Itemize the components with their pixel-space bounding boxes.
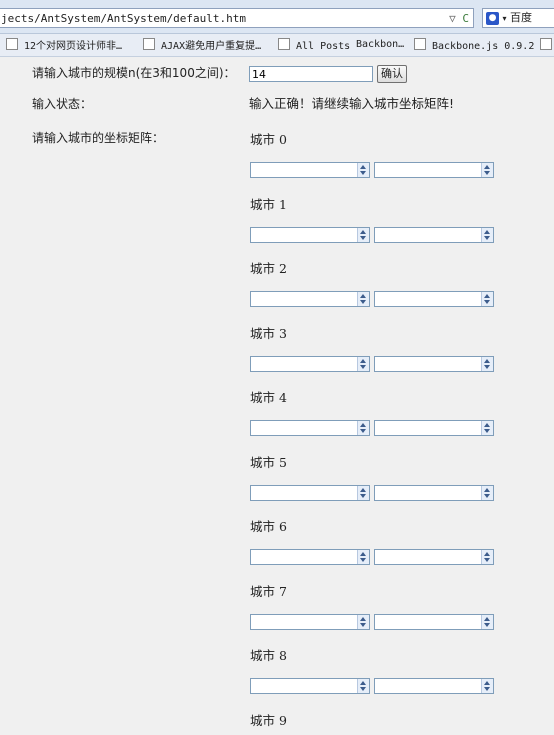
city-y-input[interactable]	[374, 356, 494, 372]
spinner-arrows-icon[interactable]	[481, 486, 493, 500]
bookmark-label: Backbone.js 0.9.2 …	[432, 41, 547, 52]
city-x-input[interactable]	[250, 549, 370, 565]
spinner-arrows-icon[interactable]	[357, 292, 369, 306]
spinner-arrows-icon[interactable]	[481, 163, 493, 177]
address-bar-url: jects/AntSystem/AntSystem/default.htm	[1, 12, 247, 25]
spinner-arrows-icon[interactable]	[357, 615, 369, 629]
city-label: 城市 4	[250, 390, 287, 405]
spinner-arrows-icon[interactable]	[481, 228, 493, 242]
city-y-input[interactable]	[374, 291, 494, 307]
matrix-label: 请输入城市的坐标矩阵：	[32, 131, 165, 145]
baidu-paw-icon: ●	[486, 11, 499, 25]
spinner-arrows-icon[interactable]	[357, 228, 369, 242]
browser-toolbar: jects/AntSystem/AntSystem/default.htm ▽ …	[0, 0, 554, 34]
bookmark-item[interactable]: Backbone.js 0.9.2 …	[414, 38, 546, 52]
search-engine-name: 百度	[510, 11, 533, 24]
bookmark-label: Backbon…	[356, 39, 405, 50]
bookmark-item[interactable]: Backbon…	[356, 38, 404, 52]
status-text: 输入正确！请继续输入城市坐标矩阵!	[249, 96, 455, 111]
city-x-input[interactable]	[250, 678, 370, 694]
spinner-arrows-icon[interactable]	[481, 679, 493, 693]
city-x-input[interactable]	[250, 420, 370, 436]
city-x-input[interactable]	[250, 356, 370, 372]
city-y-input[interactable]	[374, 549, 494, 565]
city-label: 城市 3	[250, 326, 287, 341]
page-icon	[6, 38, 18, 50]
spinner-arrows-icon[interactable]	[357, 163, 369, 177]
bookmark-label: AJAX避免用户重复提…	[161, 41, 262, 52]
city-label: 城市 6	[250, 519, 287, 534]
city-label: 城市 8	[250, 648, 287, 663]
spinner-arrows-icon[interactable]	[357, 486, 369, 500]
bookmark-label: 12个对网页设计师非…	[24, 41, 123, 52]
search-box[interactable]: ● ▾ 百度	[482, 8, 554, 28]
city-y-input[interactable]	[374, 420, 494, 436]
city-label: 城市 9	[250, 713, 287, 728]
dropdown-icon[interactable]: ▽	[449, 12, 456, 25]
bookmark-item[interactable]: All Posts	[278, 38, 350, 52]
search-dropdown-icon[interactable]: ▾	[503, 14, 507, 23]
city-y-input[interactable]	[374, 678, 494, 694]
address-bar-icons: ▽ C	[449, 9, 469, 27]
page-icon	[278, 38, 290, 50]
spinner-arrows-icon[interactable]	[357, 679, 369, 693]
spinner-arrows-icon[interactable]	[357, 421, 369, 435]
city-x-input[interactable]	[250, 485, 370, 501]
spinner-arrows-icon[interactable]	[357, 357, 369, 371]
city-y-input[interactable]	[374, 227, 494, 243]
city-y-input[interactable]	[374, 614, 494, 630]
bookmark-item[interactable]: 12个对网页设计师非…	[6, 38, 122, 52]
status-label: 输入状态：	[32, 97, 93, 111]
page-icon	[540, 38, 552, 50]
spinner-arrows-icon[interactable]	[481, 550, 493, 564]
city-label: 城市 7	[250, 584, 287, 599]
city-x-input[interactable]	[250, 291, 370, 307]
spinner-arrows-icon[interactable]	[481, 421, 493, 435]
page-icon	[414, 38, 426, 50]
city-x-input[interactable]	[250, 162, 370, 178]
city-label: 城市 0	[250, 132, 287, 147]
spinner-arrows-icon[interactable]	[481, 615, 493, 629]
bookmark-overflow[interactable]	[540, 38, 554, 52]
bookmark-item[interactable]: AJAX避免用户重复提…	[143, 38, 261, 52]
page-icon	[143, 38, 155, 50]
bookmarks-toolbar: 12个对网页设计师非… AJAX避免用户重复提… All Posts Backb…	[0, 34, 554, 57]
bookmark-label: All Posts	[296, 41, 351, 52]
city-y-input[interactable]	[374, 162, 494, 178]
address-bar[interactable]: jects/AntSystem/AntSystem/default.htm ▽ …	[0, 8, 474, 28]
city-label: 城市 1	[250, 197, 287, 212]
city-size-input[interactable]	[249, 66, 373, 82]
city-label: 城市 2	[250, 261, 287, 276]
city-y-input[interactable]	[374, 485, 494, 501]
city-size-label: 请输入城市的规模n(在3和100之间)：	[32, 66, 236, 80]
city-x-input[interactable]	[250, 614, 370, 630]
city-label: 城市 5	[250, 455, 287, 470]
confirm-button[interactable]: 确认	[377, 65, 407, 83]
city-x-input[interactable]	[250, 227, 370, 243]
spinner-arrows-icon[interactable]	[481, 292, 493, 306]
spinner-arrows-icon[interactable]	[357, 550, 369, 564]
reload-icon[interactable]: C	[462, 12, 469, 25]
spinner-arrows-icon[interactable]	[481, 357, 493, 371]
